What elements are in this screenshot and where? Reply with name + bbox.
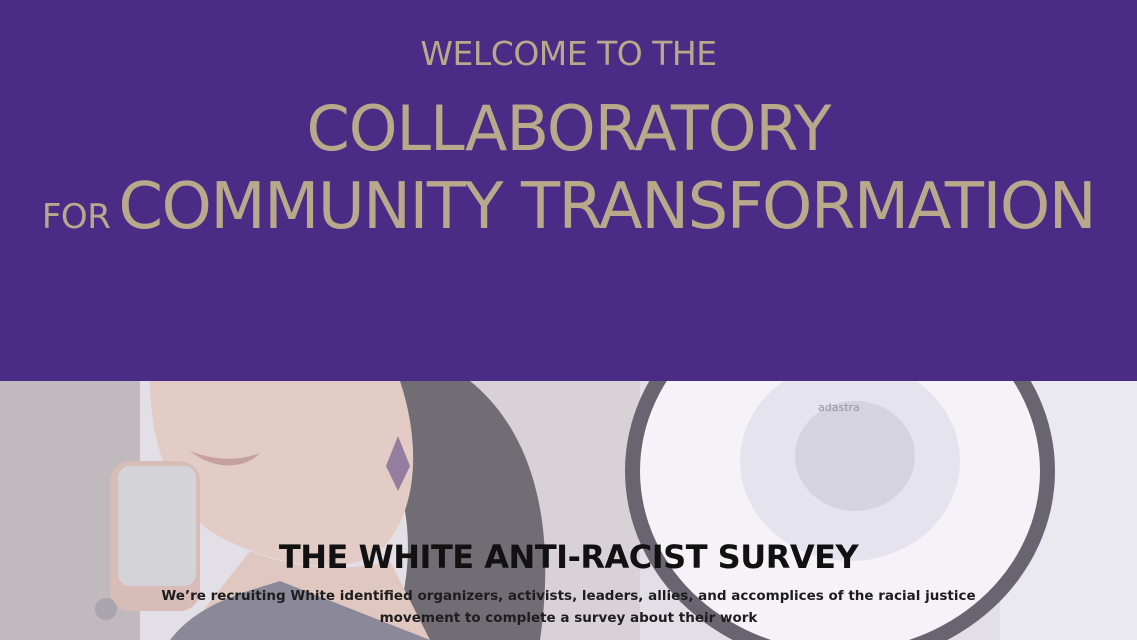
community-transformation-label: COMMUNITY TRANSFORMATION [118,170,1096,244]
survey-description: We’re recruiting White identified organi… [161,588,976,626]
collaboratory-heading: COLLABORATORY [306,92,831,165]
survey-banner-photo: adastra THE WHITE ANTI-RACIST SURVEY We’… [0,381,1137,640]
community-transformation-heading: FOR COMMUNITY TRANSFORMATION [0,170,1137,244]
welcome-heading: WELCOME TO THE [420,34,717,73]
for-label: FOR [41,197,111,237]
survey-section: THE WHITE ANTI-RACIST SURVEY We’re recru… [0,535,1137,629]
survey-title: THE WHITE ANTI-RACIST SURVEY [278,538,859,576]
hero-banner: WELCOME TO THE COLLABORATORY FOR COMMUNIT… [0,0,1137,381]
